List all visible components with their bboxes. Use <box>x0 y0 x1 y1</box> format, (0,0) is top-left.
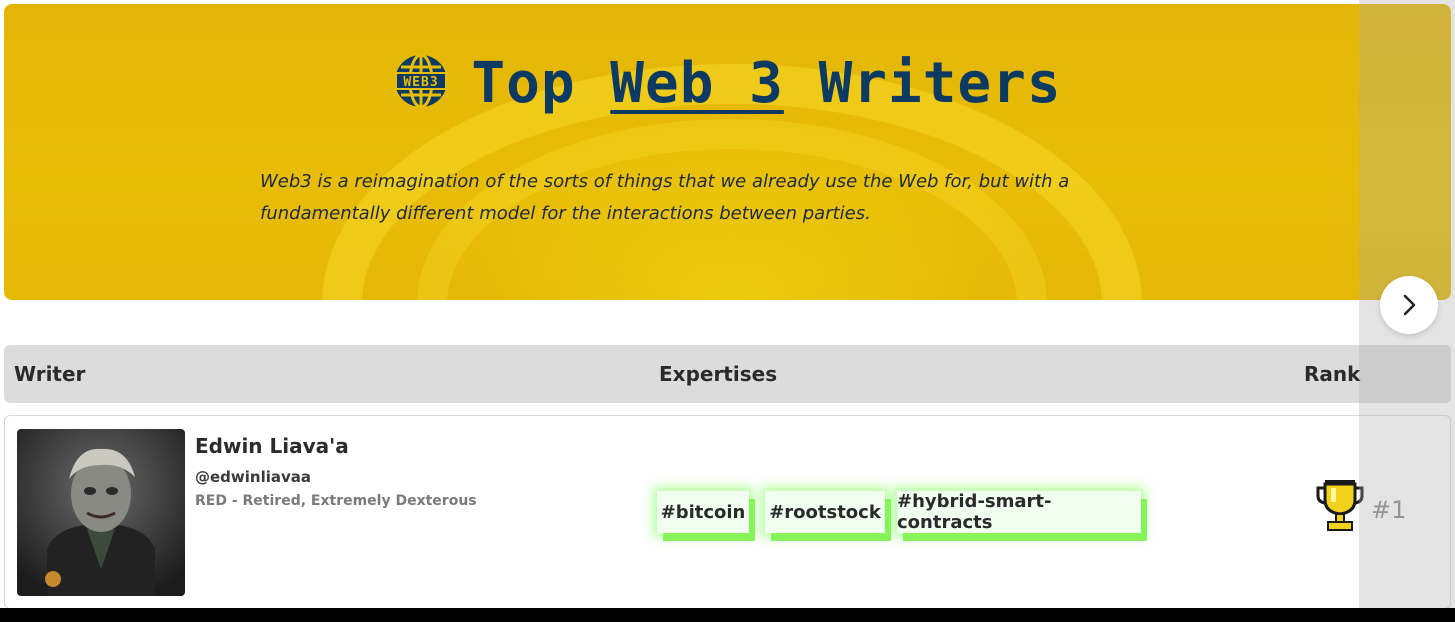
page-title: WEB3 Top Web 3 Writers <box>4 48 1451 120</box>
tag-hybrid-smart-contracts[interactable]: #hybrid-smart-contracts <box>897 491 1141 533</box>
title-suffix: Writers <box>783 51 1062 116</box>
avatar[interactable] <box>17 429 185 596</box>
web3-globe-icon: WEB3 <box>393 53 449 109</box>
hero-banner: WEB3 Top Web 3 Writers Web3 is a reimagi… <box>4 4 1451 300</box>
trophy-icon <box>1316 480 1364 531</box>
table-header: Writer Expertises Rank <box>4 345 1451 403</box>
chevron-right-icon <box>1403 294 1416 316</box>
next-button[interactable] <box>1380 276 1438 334</box>
table-row[interactable]: Edwin Liava'a @edwinliavaa RED - Retired… <box>4 415 1451 608</box>
header-expertises: Expertises <box>659 362 778 386</box>
writer-bio: RED - Retired, Extremely Dexterous <box>195 493 477 509</box>
page: WEB3 Top Web 3 Writers Web3 is a reimagi… <box>0 0 1455 608</box>
writer-name[interactable]: Edwin Liava'a <box>195 434 349 458</box>
svg-text:WEB3: WEB3 <box>404 75 439 90</box>
tag-bitcoin[interactable]: #bitcoin <box>657 491 749 533</box>
tag-rootstock[interactable]: #rootstock <box>765 491 885 533</box>
header-rank: Rank <box>1304 362 1361 386</box>
header-writer: Writer <box>14 362 86 386</box>
writer-handle[interactable]: @edwinliavaa <box>195 468 311 486</box>
topic-link[interactable]: Web 3 <box>610 51 784 116</box>
title-prefix: Top <box>471 51 611 116</box>
hero-description: Web3 is a reimagination of the sorts of … <box>260 171 1070 224</box>
